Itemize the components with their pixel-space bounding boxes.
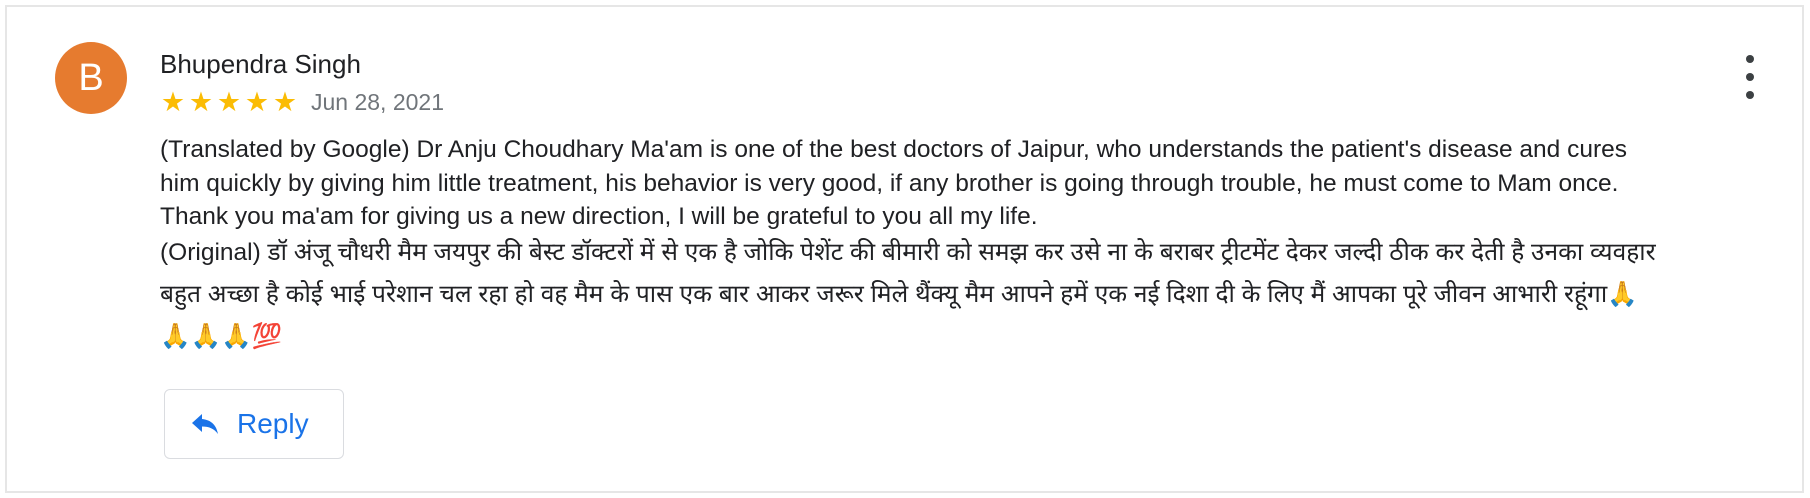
- reviewer-name: Bhupendra Singh: [160, 49, 361, 79]
- more-vert-icon: [1746, 73, 1754, 81]
- star-icon: ★: [216, 87, 242, 117]
- star-icon: ★: [188, 87, 214, 117]
- star-icon: ★: [272, 87, 298, 117]
- review-translated-text: (Translated by Google) Dr Anju Choudhary…: [160, 136, 1634, 230]
- reply-arrow-icon: [191, 411, 221, 437]
- star-icon: ★: [160, 87, 186, 117]
- avatar: B: [55, 42, 127, 114]
- star-icon: ★: [244, 87, 270, 117]
- more-vert-icon: [1746, 91, 1754, 99]
- rating-row: ★ ★ ★ ★ ★ Jun 28, 2021: [160, 87, 444, 117]
- more-vert-icon: [1746, 55, 1754, 63]
- review-original-text: (Original) डॉ अंजू चौधरी मैम जयपुर की बे…: [160, 238, 1663, 350]
- review-text: (Translated by Google) Dr Anju Choudhary…: [160, 133, 1660, 358]
- review-card: B Bhupendra Singh ★ ★ ★ ★ ★ Jun 28, 2021…: [5, 5, 1804, 493]
- avatar-initial: B: [78, 57, 104, 99]
- reply-label: Reply: [237, 408, 309, 439]
- more-options-button[interactable]: [1735, 55, 1765, 99]
- star-rating: ★ ★ ★ ★ ★: [160, 88, 298, 116]
- review-date: Jun 28, 2021: [311, 89, 445, 115]
- reply-button[interactable]: Reply: [164, 389, 344, 459]
